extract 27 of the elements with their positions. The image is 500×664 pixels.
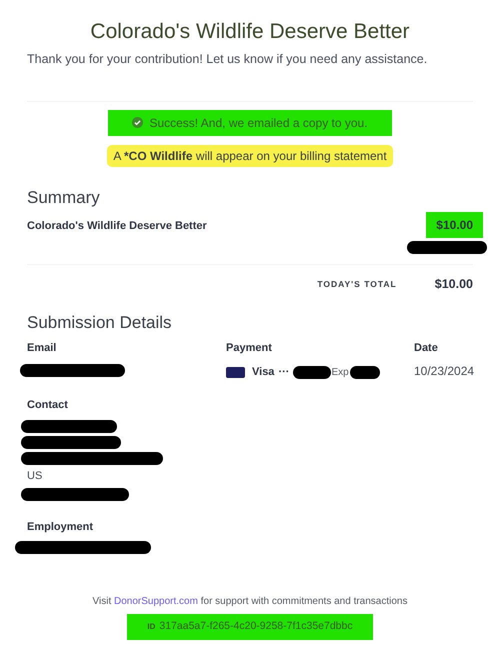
check-circle-icon — [132, 117, 144, 128]
date-value: 10/23/2024 — [414, 363, 474, 380]
summary-item-name: Colorado's Wildlife Deserve Better — [27, 219, 207, 234]
record-id: 317aa5a7-f265-4c20-9258-7f1c35e7dbbc — [159, 619, 353, 634]
field-label: Employment — [27, 520, 94, 534]
masked-digits: ··· — [278, 365, 290, 380]
redaction-mark — [350, 366, 380, 379]
thank-you-message: Thank you for your contribution! Let us know if you need any assistance. — [27, 51, 428, 68]
field-label: Date — [414, 340, 439, 356]
card-icon — [226, 366, 245, 378]
expiry-label: Exp — [331, 366, 349, 380]
billing-statement-note: A *CO Wildlife will appear on your billing statement — [107, 144, 393, 167]
field-label: Email — [27, 340, 58, 356]
support-link[interactable]: DonorSupport.com — [114, 596, 198, 607]
total-amount: $10.00 — [434, 276, 473, 294]
total-label: TODAY'S TOTAL — [317, 278, 397, 291]
section-heading: Submission Details — [27, 312, 173, 334]
page-title: Colorado's Wildlife Deserve Better — [89, 19, 411, 45]
section-heading: Summary — [27, 186, 101, 209]
field-label: Payment — [226, 340, 273, 356]
success-message: Success! And, we emailed a copy to you. — [149, 114, 368, 132]
support-note: Visit DonorSupport.com for support with commitments and transactions — [92, 595, 408, 609]
field-label: Contact — [27, 398, 69, 412]
id-label: ID — [147, 620, 156, 633]
summary-item-amount: $10.00 — [426, 212, 483, 238]
country-text: US — [27, 469, 44, 484]
card-brand: Visa — [252, 365, 274, 380]
